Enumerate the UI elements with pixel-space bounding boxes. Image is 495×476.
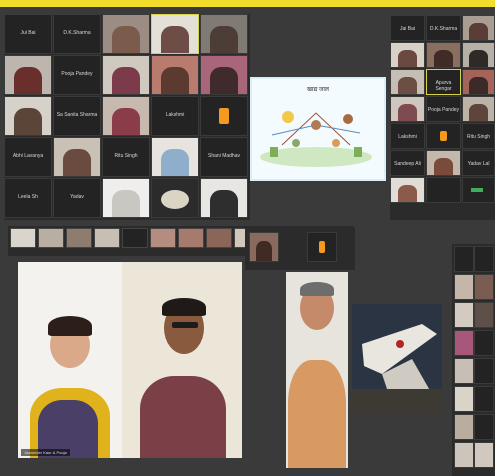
participant-tile[interactable] (307, 232, 337, 262)
plane-wreck-image (352, 304, 442, 414)
participant-tile[interactable] (474, 386, 494, 412)
participant-video[interactable] (102, 55, 150, 95)
speaker-video-3[interactable] (286, 272, 348, 468)
participant-video[interactable] (462, 96, 495, 122)
participant-video[interactable] (200, 14, 248, 54)
participant-thumb[interactable] (122, 228, 148, 248)
participant-video[interactable] (426, 42, 461, 68)
participant-tile[interactable] (462, 177, 495, 203)
participant-tile[interactable]: Yadav (53, 178, 101, 218)
participant-thumb[interactable] (38, 228, 64, 248)
participant-tile[interactable] (474, 330, 494, 356)
participant-tile[interactable]: Pooja Pandey (53, 55, 101, 95)
participant-tile[interactable]: Lakshmi (151, 96, 199, 136)
participant-video[interactable] (474, 442, 494, 468)
speaker-name-label: Jaswinder Kaur & Pooja (21, 449, 70, 456)
participant-video[interactable] (4, 96, 52, 136)
participant-video[interactable] (454, 330, 474, 356)
participant-video[interactable] (462, 42, 495, 68)
participant-thumb[interactable] (66, 228, 92, 248)
participant-thumb[interactable] (150, 228, 176, 248)
participant-tile[interactable]: Leela Sh (4, 178, 52, 218)
participant-video[interactable] (462, 15, 495, 41)
participant-tile[interactable]: Ritu Singh (462, 123, 495, 149)
participant-video[interactable] (462, 69, 495, 95)
slide-title: खाद्य जाल (307, 87, 329, 93)
participant-video[interactable] (390, 42, 425, 68)
participant-video[interactable] (454, 386, 474, 412)
participant-tile[interactable] (474, 358, 494, 384)
participant-tile[interactable]: Apurva Sengar (426, 69, 461, 95)
participant-video[interactable] (53, 137, 101, 177)
participant-video[interactable] (454, 274, 474, 300)
participant-tile[interactable]: Ritu Singh (102, 137, 150, 177)
gallery-view-2: Jai Bai D.K.Sharma Apurva Sengar Pooja P… (390, 15, 495, 220)
participant-tile[interactable] (200, 96, 248, 136)
participant-thumb[interactable] (10, 228, 36, 248)
participant-tile[interactable]: Jui Bai (4, 14, 52, 54)
participant-video[interactable] (474, 274, 494, 300)
participant-video[interactable] (426, 150, 461, 176)
participant-tile[interactable]: Shani Madhav (200, 137, 248, 177)
participant-video[interactable] (151, 178, 199, 218)
participant-video[interactable] (102, 96, 150, 136)
participant-video[interactable] (390, 96, 425, 122)
participant-tile[interactable]: D.K.Sharma (426, 15, 461, 41)
participant-video[interactable] (390, 69, 425, 95)
participant-tile[interactable]: D.K.Sharma (53, 14, 101, 54)
participant-video[interactable] (454, 442, 474, 468)
participant-video[interactable] (474, 302, 494, 328)
gallery-view-3 (245, 228, 355, 270)
shared-photo (352, 304, 442, 414)
food-web-diagram (260, 111, 372, 167)
participant-video[interactable] (102, 14, 150, 54)
participant-video[interactable] (151, 55, 199, 95)
top-accent-stripe (0, 0, 495, 7)
participant-tile[interactable]: Jai Bai (390, 15, 425, 41)
participant-video[interactable] (454, 358, 474, 384)
participant-video[interactable] (454, 414, 474, 440)
participant-tile[interactable]: Lakshmi (390, 123, 425, 149)
participant-video[interactable] (102, 178, 150, 218)
participant-tile[interactable] (426, 177, 461, 203)
participant-tile[interactable]: Sa Sanita Sharma (53, 96, 101, 136)
participant-tile[interactable]: Sandeep Ali (390, 150, 425, 176)
shared-screen-slide: खाद्य जाल (250, 77, 386, 181)
participant-video[interactable] (249, 232, 279, 262)
participant-video[interactable] (200, 178, 248, 218)
participant-video[interactable] (454, 302, 474, 328)
speaker-video-2[interactable] (122, 262, 242, 458)
participant-tile[interactable] (474, 246, 494, 272)
participant-thumb[interactable] (94, 228, 120, 248)
participant-video[interactable] (4, 55, 52, 95)
participant-tile[interactable]: Pooja Pandey (426, 96, 461, 122)
participant-tile[interactable] (426, 123, 461, 149)
participant-video[interactable] (200, 55, 248, 95)
participant-thumb[interactable] (178, 228, 204, 248)
participant-video[interactable] (151, 14, 199, 54)
participant-video[interactable] (390, 177, 425, 203)
gallery-view-1: Jui Bai D.K.Sharma Pooja Pandey Sa Sanit… (4, 14, 250, 220)
participant-tile[interactable]: Yadav Lal (462, 150, 495, 176)
participant-tile[interactable] (454, 246, 474, 272)
speaker-video-1[interactable]: Jaswinder Kaur & Pooja (18, 262, 122, 458)
participant-video[interactable] (151, 137, 199, 177)
participant-tile[interactable] (474, 414, 494, 440)
participant-tile[interactable]: Abhi Lavanya (4, 137, 52, 177)
participant-thumb[interactable] (206, 228, 232, 248)
gallery-view-4 (452, 244, 495, 476)
